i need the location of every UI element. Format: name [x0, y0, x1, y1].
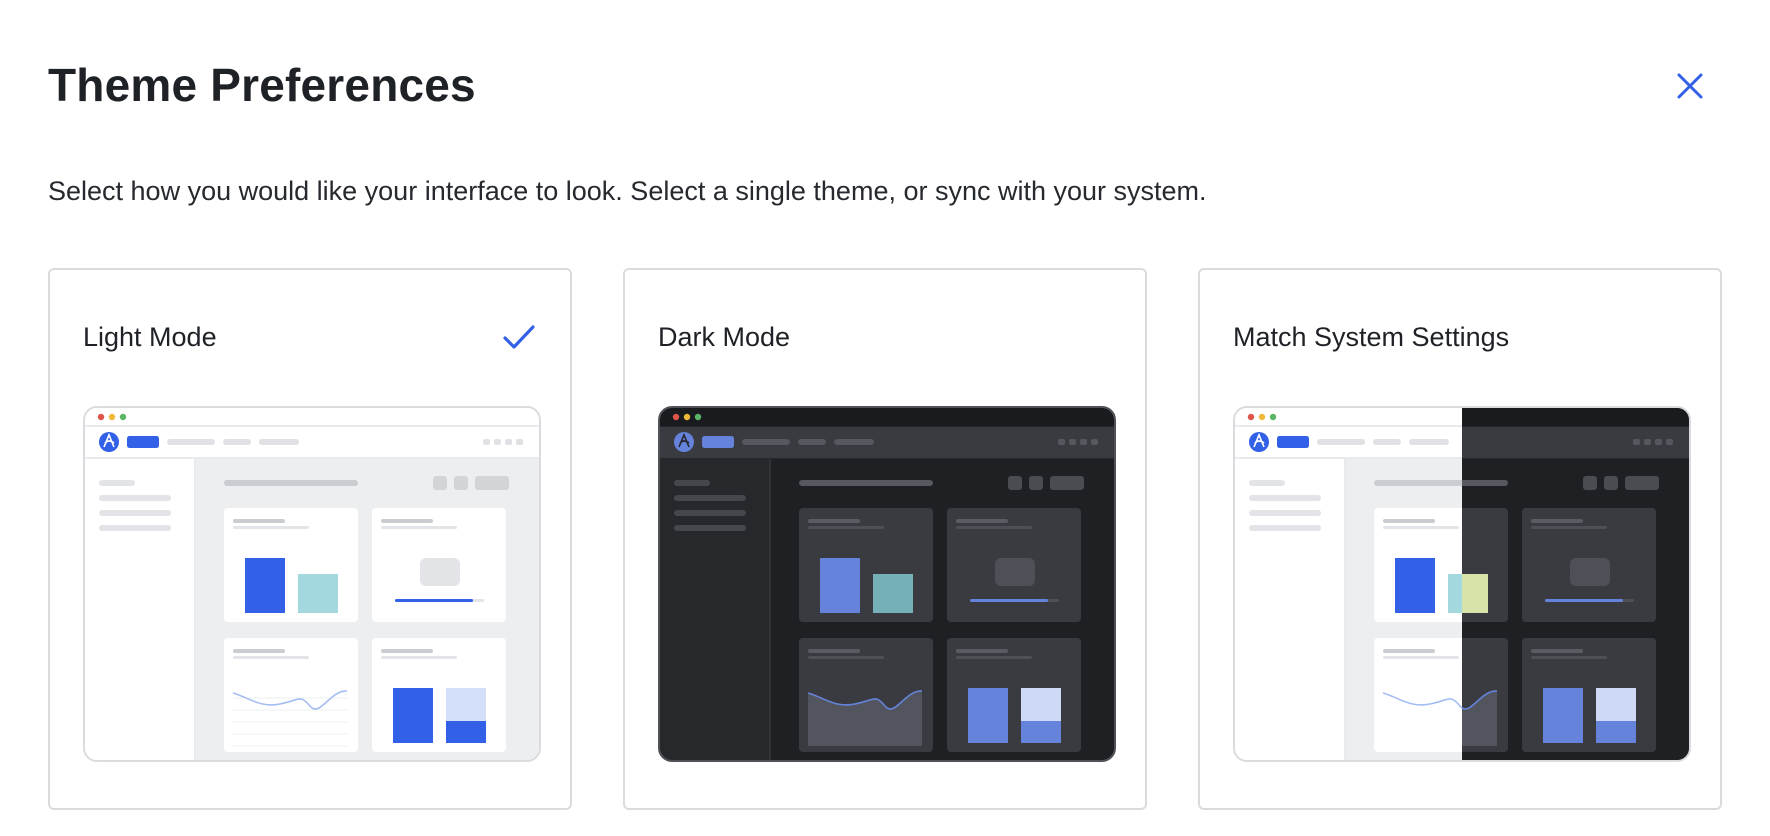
- dialog-title: Theme Preferences: [48, 59, 476, 111]
- close-icon: [1677, 73, 1703, 99]
- check-icon: [503, 325, 535, 349]
- theme-option-dark[interactable]: Dark Mode: [623, 268, 1147, 810]
- dialog-description: Select how you would like your interface…: [48, 176, 1207, 206]
- theme-preferences-dialog: Theme Preferences Select how you would l…: [0, 0, 1770, 836]
- system-mode-preview: [1233, 406, 1691, 762]
- theme-option-system[interactable]: Match System Settings: [1198, 268, 1722, 810]
- theme-option-label: Dark Mode: [658, 322, 791, 352]
- theme-option-label: Light Mode: [83, 322, 217, 352]
- close-button[interactable]: [1670, 66, 1710, 106]
- theme-option-light[interactable]: Light Mode: [48, 268, 572, 810]
- light-mode-preview: [83, 406, 541, 762]
- dark-mode-preview: [658, 406, 1116, 762]
- theme-option-label: Match System Settings: [1233, 322, 1510, 352]
